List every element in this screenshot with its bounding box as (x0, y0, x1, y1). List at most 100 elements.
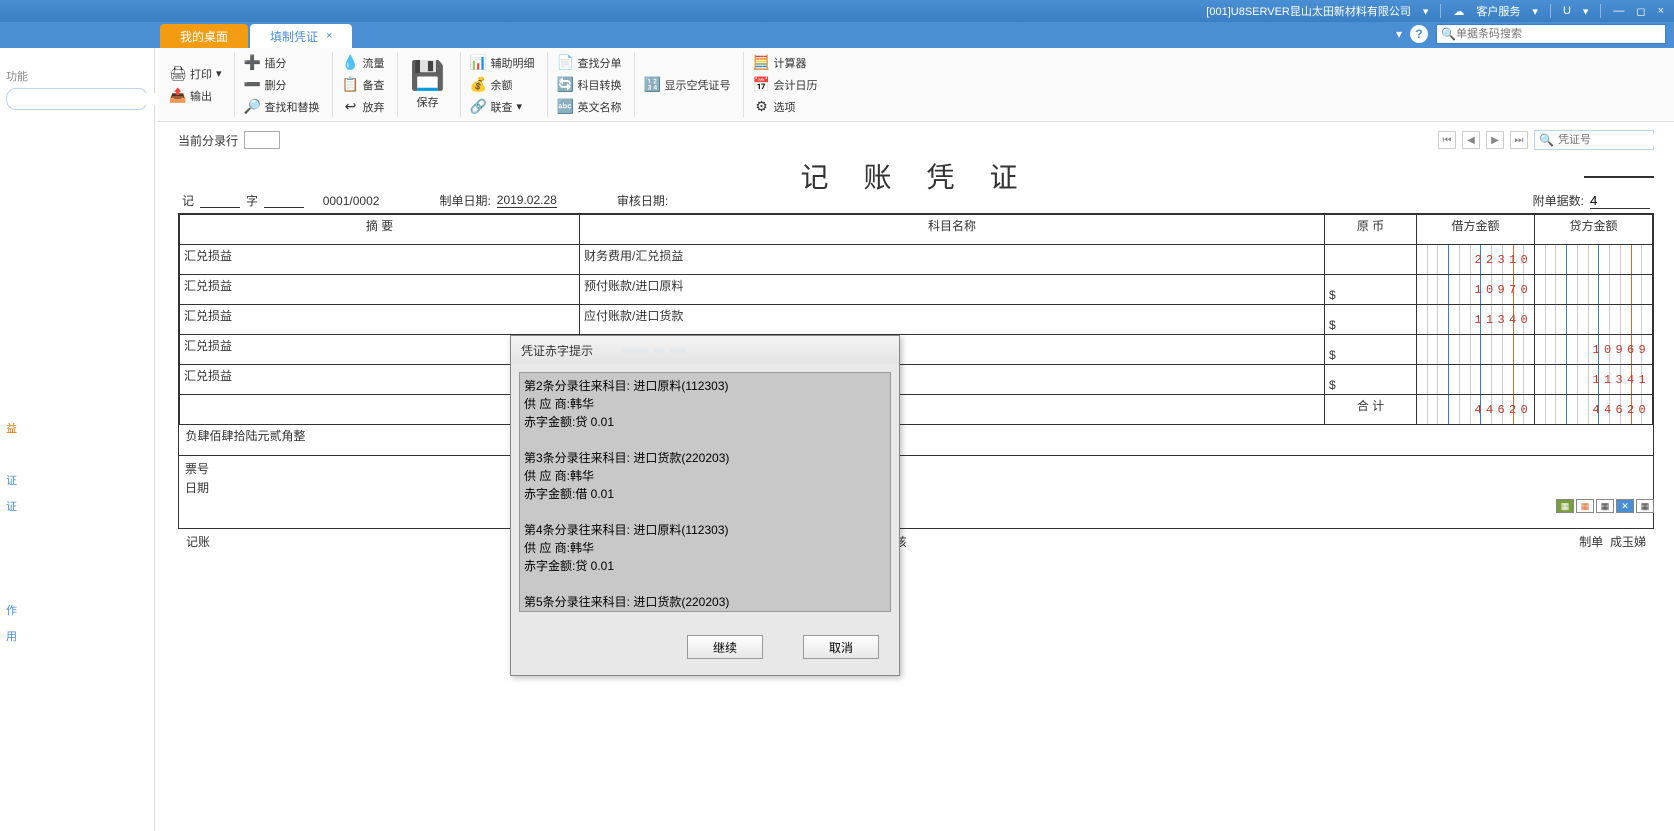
dialog-title: 凭证赤字提示 (521, 342, 593, 359)
calculator-button[interactable]: 🧮计算器 (750, 53, 822, 73)
print-button[interactable]: 🖨打印▾ (166, 64, 226, 84)
voucher-number-search[interactable]: 🔍 (1534, 130, 1654, 150)
mini-btn-1[interactable]: ▦ (1556, 499, 1574, 513)
continue-button[interactable]: 继续 (687, 635, 763, 659)
aux-detail-button[interactable]: 📊辅助明细 (467, 53, 539, 73)
chinese-amount-row: 负肆佰肆拾陆元贰角整 (180, 425, 1653, 455)
cell-currency[interactable]: $ (1325, 365, 1417, 395)
cell-debit[interactable]: 10970 (1417, 275, 1535, 305)
dialog-message[interactable]: 第2条分录往来科目: 进口原料(112303) 供 应 商:韩华 赤字金额:贷 … (519, 372, 891, 612)
search-icon: 🔍 (1539, 133, 1554, 147)
abandon-button[interactable]: ↩放弃 (339, 97, 389, 117)
joint-button[interactable]: 🔗联查▾ (467, 97, 539, 117)
cell-account[interactable]: 财务费用/汇兑损益 (580, 245, 1325, 275)
cell-debit[interactable] (1417, 365, 1535, 395)
barcode-search-input[interactable] (1456, 28, 1661, 40)
zi-blank[interactable] (264, 193, 304, 208)
delete-icon: ➖ (245, 77, 261, 93)
nav-last-button[interactable]: ⏭ (1510, 131, 1528, 149)
sidebar-search[interactable]: 🔍 (6, 88, 148, 110)
dropdown-icon[interactable]: ▾ (1583, 5, 1589, 18)
save-button[interactable]: 💾保存 (404, 56, 452, 114)
dialog-titlebar[interactable]: 凭证赤字提示 ∙∙∙∙∙ ∙∙ ∙∙∙ (511, 336, 899, 364)
dropdown-icon[interactable]: ▾ (1396, 27, 1402, 41)
english-name-button[interactable]: 🔤英文名称 (554, 97, 626, 117)
sidebar-link[interactable]: 益 (6, 416, 148, 442)
cell-currency[interactable]: $ (1325, 335, 1417, 365)
abandon-icon: ↩ (343, 99, 359, 115)
nav-prev-button[interactable]: ◀ (1462, 131, 1480, 149)
show-empty-button[interactable]: 🔢显示空凭证号 (641, 75, 735, 95)
cell-credit[interactable] (1535, 245, 1653, 275)
nav-first-button[interactable]: ⏮ (1438, 131, 1456, 149)
left-sidebar: 📌 × 功能 🔍 益 证 证 作 用 (0, 22, 155, 831)
tab-desktop[interactable]: 我的桌面 (160, 24, 248, 48)
sidebar-link[interactable]: 证 (6, 468, 148, 494)
current-line-input[interactable] (244, 131, 280, 149)
sidebar-search-input[interactable] (15, 93, 157, 105)
title-underline (1584, 176, 1654, 178)
calendar-button[interactable]: 📅会计日历 (750, 75, 822, 95)
save-icon: 💾 (412, 60, 444, 92)
cell-debit[interactable]: 11340 (1417, 305, 1535, 335)
output-button[interactable]: 📤输出 (166, 86, 226, 106)
maximize-icon[interactable]: ◻ (1636, 5, 1645, 18)
mini-btn-3[interactable]: ▦ (1596, 499, 1614, 513)
flow-button[interactable]: 💧流量 (339, 53, 389, 73)
cell-account[interactable]: 预付账款/进口原料 (580, 275, 1325, 305)
cell-credit[interactable] (1535, 275, 1653, 305)
ji-blank[interactable] (200, 193, 240, 208)
dropdown-icon[interactable]: ▾ (1532, 5, 1538, 18)
find-replace-button[interactable]: 🔎查找和替换 (241, 97, 324, 117)
mini-btn-2[interactable]: ▦ (1576, 499, 1594, 513)
voucher-row[interactable]: 汇兑损益财务费用/汇兑损益 22310 (180, 245, 1653, 275)
cell-currency[interactable]: $ (1325, 305, 1417, 335)
cell-credit[interactable]: 10969 (1535, 335, 1653, 365)
separator (1550, 4, 1551, 18)
voucher-row[interactable]: 汇兑损益$11341 (180, 365, 1653, 395)
cell-credit[interactable]: 11341 (1535, 365, 1653, 395)
make-date[interactable]: 2019.02.28 (497, 193, 557, 208)
tab-voucher[interactable]: 填制凭证× (250, 24, 352, 48)
options-button[interactable]: ⚙选项 (750, 97, 822, 117)
total-debit: 44620 (1417, 395, 1535, 425)
cell-summary[interactable]: 汇兑损益 (180, 275, 580, 305)
voucher-number-input[interactable] (1558, 134, 1674, 146)
barcode-search[interactable]: 🔍 (1436, 24, 1666, 44)
tab-close-icon[interactable]: × (326, 30, 332, 42)
cell-debit[interactable]: 22310 (1417, 245, 1535, 275)
cell-credit[interactable] (1535, 305, 1653, 335)
mini-btn-5[interactable]: ▦ (1636, 499, 1654, 513)
u-menu[interactable]: U (1563, 5, 1571, 17)
cell-currency[interactable]: $ (1325, 275, 1417, 305)
insert-entry-button[interactable]: ➕插分 (241, 53, 324, 73)
cell-summary[interactable]: 汇兑损益 (180, 245, 580, 275)
close-icon[interactable]: × (1658, 5, 1664, 17)
review-button[interactable]: 📋备查 (339, 75, 389, 95)
service-label[interactable]: 客户服务 (1476, 3, 1520, 19)
voucher-row[interactable]: 汇兑损益预付账款/进口原料$10970 (180, 275, 1653, 305)
sidebar-link[interactable]: 作 (6, 598, 148, 624)
attachment-count-input[interactable] (1590, 193, 1650, 209)
account-convert-button[interactable]: 🔄科目转换 (554, 75, 626, 95)
cell-summary[interactable]: 汇兑损益 (180, 305, 580, 335)
cell-account[interactable]: 应付账款/进口货款 (580, 305, 1325, 335)
find-entry-button[interactable]: 📄查找分单 (554, 53, 626, 73)
mini-btn-4[interactable]: ✕ (1616, 499, 1634, 513)
dropdown-icon[interactable]: ▾ (1423, 5, 1429, 18)
cancel-button[interactable]: 取消 (803, 635, 879, 659)
sidebar-link[interactable]: 证 (6, 494, 148, 520)
find-icon: 🔎 (245, 99, 261, 115)
minimize-icon[interactable]: — (1613, 5, 1624, 17)
cell-debit[interactable] (1417, 335, 1535, 365)
balance-button[interactable]: 💰余额 (467, 75, 539, 95)
balance-icon: 💰 (471, 77, 487, 93)
voucher-row[interactable]: 汇兑损益应付账款/进口货款$11340 (180, 305, 1653, 335)
nav-next-button[interactable]: ▶ (1486, 131, 1504, 149)
delete-entry-button[interactable]: ➖删分 (241, 75, 324, 95)
cell-currency[interactable] (1325, 245, 1417, 275)
voucher-row[interactable]: 汇兑损益$10969 (180, 335, 1653, 365)
convert-icon: 🔄 (558, 77, 574, 93)
sidebar-link[interactable]: 用 (6, 624, 148, 650)
help-icon[interactable]: ? (1410, 25, 1428, 43)
